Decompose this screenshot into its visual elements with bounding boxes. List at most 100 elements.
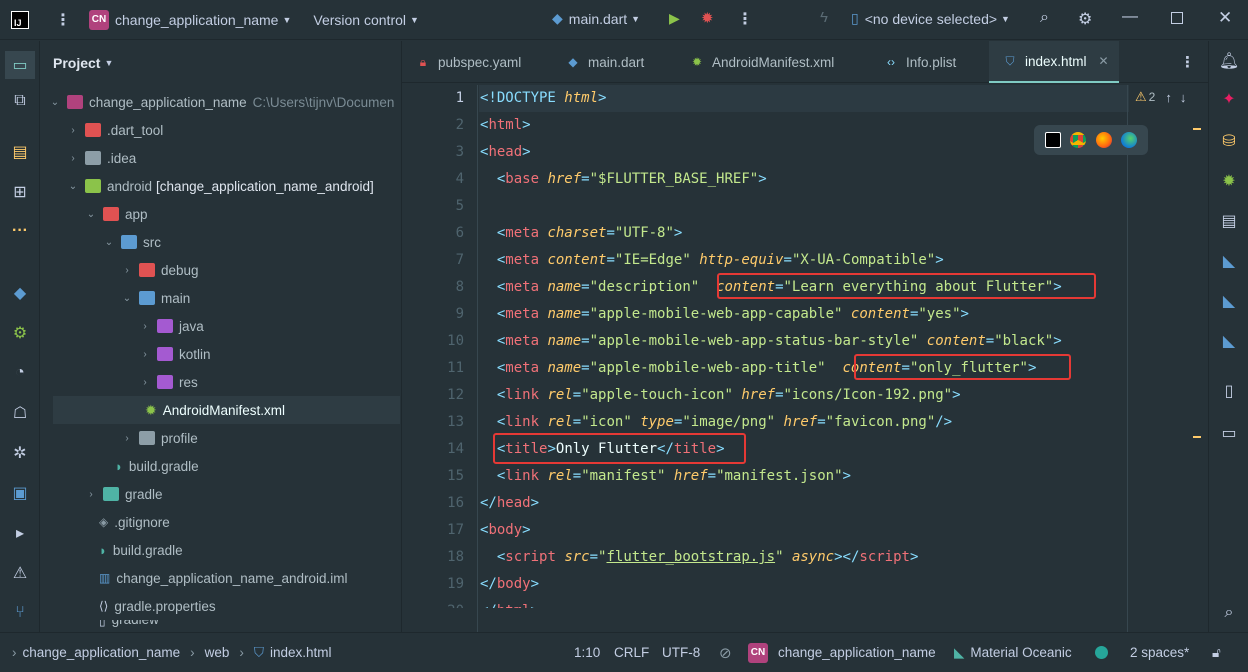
intellij-browser-icon[interactable] [1044,132,1061,148]
services-icon[interactable]: ☖ [10,403,30,423]
android-icon[interactable]: ✹ [1219,171,1239,191]
tree-item[interactable]: ⌄ app [41,200,400,228]
code-line[interactable]: <link rel="manifest" href="manifest.json… [480,463,851,490]
line-separator[interactable]: CRLF [614,633,649,672]
edge-icon[interactable] [1121,132,1138,148]
flutter-outline-icon[interactable]: ◣ [1219,251,1239,271]
database-icon[interactable]: ⛁ [1219,131,1239,151]
tab-index-html[interactable]: ⛉ index.html ✕ [989,41,1119,83]
chrome-icon[interactable] [1070,132,1087,148]
code-line[interactable]: </head> [480,490,539,517]
file-encoding[interactable]: UTF-8 [662,633,700,672]
tree-item[interactable]: › res [41,368,400,396]
tree-item[interactable]: › gradle [41,480,400,508]
git-icon[interactable]: ⑂ [10,603,30,623]
tree-item[interactable]: ◗ build.gradle [41,536,400,564]
minimize-icon[interactable]: — [1122,8,1138,26]
inspect-icon[interactable]: ⌕ [1219,603,1239,623]
warning-stripe[interactable] [1193,128,1201,130]
tab-android-manifest[interactable]: ✹ AndroidManifest.xml [676,41,870,83]
status-dot[interactable] [1095,633,1108,672]
project-tool-icon[interactable]: ▭ [5,51,35,79]
settings-icon[interactable]: ⚙ [1078,9,1092,29]
tree-item[interactable]: ◈ .gitignore [41,508,400,536]
code-line[interactable]: <body> [480,517,531,544]
tree-item[interactable]: ◗ build.gradle [41,452,400,480]
maximize-icon[interactable] [1171,12,1183,24]
tab-info-plist[interactable]: ‹› Info.plist [870,41,988,83]
run-config-selector[interactable]: ◆ main.dart ▼ [552,10,640,27]
code-line[interactable]: <html> [480,112,531,139]
tree-item[interactable]: ⌄ src [41,228,400,256]
tree-item[interactable]: › .idea [41,144,400,172]
tree-item[interactable]: ▯ gradlew [41,620,400,632]
code-line[interactable]: </html> [480,598,539,608]
gear-icon[interactable]: ⚙ [10,323,30,343]
running-devices-icon[interactable]: ▭ [1219,423,1239,443]
tree-item-selected[interactable]: ✹ AndroidManifest.xml [53,396,400,424]
inspections-widget[interactable]: ⚠ 2 ↑ ↓ [1135,89,1186,105]
tree-item[interactable]: ⌄ change_application_name C:\Users\tijnv… [41,88,400,116]
vcs-selector[interactable]: Version control ▼ [307,12,419,28]
project-indicator[interactable]: CN change_application_name [748,633,936,672]
flutter-inspector-icon[interactable]: ◆ [10,283,30,303]
tab-main-dart[interactable]: ◆ main.dart [552,41,676,83]
arrow-up-icon[interactable]: ↑ [1165,90,1172,105]
tree-item[interactable]: › debug [41,256,400,284]
arrow-down-icon[interactable]: ↓ [1180,90,1187,105]
tree-item[interactable]: › profile [41,424,400,452]
tree-item[interactable]: ⟨⟩ gradle.properties [41,592,400,620]
flutter-inspector-icon[interactable]: ◣ [1219,331,1239,351]
bug-icon[interactable]: ✲ [10,443,30,463]
structure-icon[interactable]: ⧉ [10,91,30,111]
tree-item[interactable]: › .dart_tool [41,116,400,144]
problems-icon[interactable]: ⚠ [10,563,30,583]
code-line[interactable]: <link rel="icon" type="image/png" href="… [480,409,952,436]
tree-item[interactable]: › java [41,312,400,340]
lock-icon[interactable]: 🔓︎ [1212,633,1221,672]
hierarchy-icon[interactable]: ⊞ [10,182,30,202]
code-line[interactable]: <meta charset="UTF-8"> [480,220,683,247]
main-menu-icon[interactable]: ⋮ [55,10,71,30]
database-icon[interactable]: ▤ [10,142,30,162]
performance-icon[interactable]: ◔ [10,363,30,383]
flutter-performance-icon[interactable]: ◣ [1219,291,1239,311]
code-line[interactable]: <meta name="apple-mobile-web-app-status-… [480,328,1062,355]
device-file-icon[interactable]: ▤ [1219,211,1239,231]
close-icon[interactable]: ✕ [1218,8,1232,28]
device-manager-icon[interactable]: ▯ [1219,381,1239,401]
code-line[interactable]: <head> [480,139,531,166]
breadcrumb-project[interactable]: change_application_name [23,645,181,660]
code-line[interactable]: <link rel="apple-touch-icon" href="icons… [480,382,961,409]
code-line[interactable]: <script src="flutter_bootstrap.js" async… [480,544,919,571]
search-icon[interactable]: ⌕ [1040,9,1049,27]
theme-indicator[interactable]: ◣ Material Oceanic [954,633,1072,672]
caret-position[interactable]: 1:10 [574,633,600,672]
close-tab-icon[interactable]: ✕ [1099,54,1109,68]
run-icon[interactable]: ▶ [669,10,680,27]
more-actions-icon[interactable]: ⋮ [737,9,753,29]
ai-assistant-icon[interactable]: ✦ [1219,89,1239,109]
hot-reload-icon[interactable]: ϟ [820,9,828,26]
code-line[interactable]: </body> [480,571,539,598]
firefox-icon[interactable] [1095,132,1112,148]
debug-icon[interactable]: ✹ [701,9,714,27]
code-line[interactable]: <meta name="apple-mobile-web-app-capable… [480,301,969,328]
warning-stripe[interactable] [1193,436,1201,438]
indent-setting[interactable]: 2 spaces* [1130,633,1189,672]
readonly-toggle-icon[interactable]: ⊘ [719,633,732,672]
device-selector[interactable]: ▯ <no device selected> ▼ [851,10,1010,27]
code-line[interactable]: <base href="$FLUTTER_BASE_HREF"> [480,166,767,193]
code-line[interactable]: <!DOCTYPE html> [480,85,606,112]
project-selector[interactable]: CN change_application_name ▼ [71,9,291,30]
tab-pubspec[interactable]: 🔒︎ pubspec.yaml [402,41,552,83]
breadcrumb-file[interactable]: index.html [270,645,332,660]
tree-item[interactable]: ⌄ main [41,284,400,312]
messages-icon[interactable]: ▣ [10,483,30,503]
code-line[interactable]: <meta content="IE=Edge" http-equiv="X-UA… [480,247,944,274]
more-tools-icon[interactable]: ··· [10,221,30,241]
tree-item[interactable]: ⌄ android [change_application_name_andro… [41,172,400,200]
tab-options-icon[interactable]: ⋮ [1180,53,1195,71]
terminal-icon[interactable]: ▸ [10,523,30,543]
breadcrumb-folder[interactable]: web [205,645,230,660]
